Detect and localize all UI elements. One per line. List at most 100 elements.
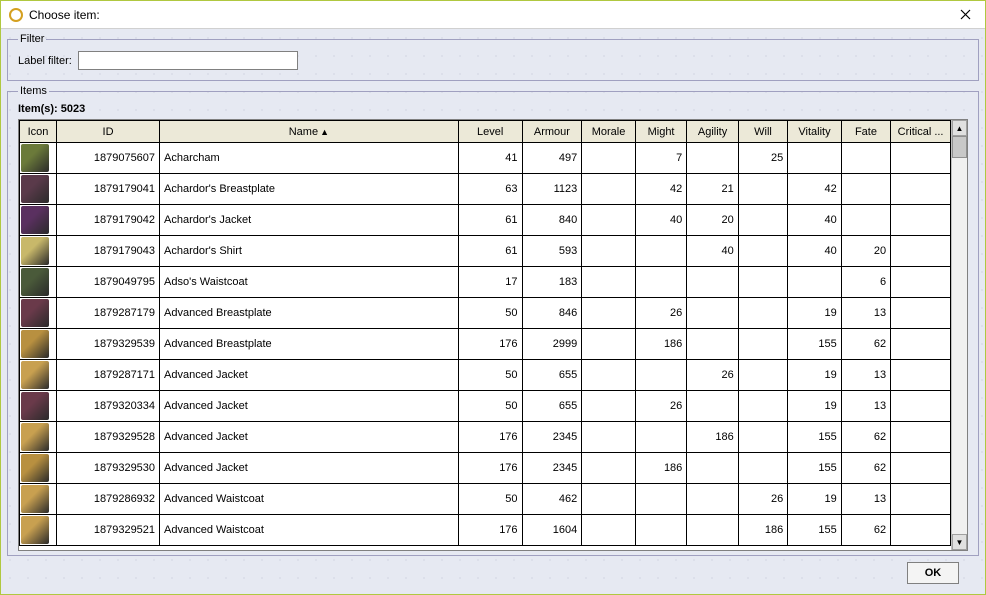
close-button[interactable] [945, 1, 985, 29]
cell-will [738, 174, 787, 205]
cell-agility [687, 515, 738, 546]
cell-will [738, 453, 787, 484]
cell-morale [582, 236, 636, 267]
cell-armour: 846 [522, 298, 582, 329]
cell-name: Advanced Breastplate [160, 329, 459, 360]
item-icon-cell [20, 422, 57, 453]
cell-vitality: 40 [788, 205, 842, 236]
cell-vitality: 155 [788, 422, 842, 453]
item-icon-cell [20, 205, 57, 236]
cell-might: 186 [635, 453, 686, 484]
col-morale[interactable]: Morale [582, 121, 636, 143]
cell-name: Advanced Waistcoat [160, 515, 459, 546]
cell-name: Advanced Jacket [160, 391, 459, 422]
items-table: Icon ID Name▲ Level Armour Morale Might … [19, 120, 951, 546]
scroll-up-button[interactable]: ▲ [952, 120, 967, 136]
cell-critical [891, 298, 951, 329]
vertical-scrollbar[interactable]: ▲ ▼ [951, 120, 967, 550]
cell-level: 50 [458, 391, 522, 422]
table-row[interactable]: 1879287179Advanced Breastplate5084626191… [20, 298, 951, 329]
scroll-down-button[interactable]: ▼ [952, 534, 967, 550]
table-row[interactable]: 1879179041Achardor's Breastplate63112342… [20, 174, 951, 205]
items-count: Item(s): 5023 [18, 103, 968, 115]
cell-might: 42 [635, 174, 686, 205]
table-row[interactable]: 1879329528Advanced Jacket176234518615562 [20, 422, 951, 453]
col-might[interactable]: Might [635, 121, 686, 143]
cell-might: 7 [635, 143, 686, 174]
table-row[interactable]: 1879179042Achardor's Jacket61840402040 [20, 205, 951, 236]
cell-armour: 497 [522, 143, 582, 174]
col-will[interactable]: Will [738, 121, 787, 143]
cell-agility: 21 [687, 174, 738, 205]
cell-will: 25 [738, 143, 787, 174]
cell-vitality: 19 [788, 484, 842, 515]
col-agility[interactable]: Agility [687, 121, 738, 143]
col-level[interactable]: Level [458, 121, 522, 143]
col-name[interactable]: Name▲ [160, 121, 459, 143]
table-row[interactable]: 1879075607Acharcham41497725 [20, 143, 951, 174]
cell-might: 26 [635, 391, 686, 422]
cell-armour: 2999 [522, 329, 582, 360]
cell-id: 1879179043 [57, 236, 160, 267]
cell-name: Acharcham [160, 143, 459, 174]
window-title: Choose item: [29, 8, 100, 22]
cell-level: 61 [458, 236, 522, 267]
cell-level: 50 [458, 298, 522, 329]
table-row[interactable]: 1879329539Advanced Breastplate1762999186… [20, 329, 951, 360]
col-icon[interactable]: Icon [20, 121, 57, 143]
table-row[interactable]: 1879286932Advanced Waistcoat50462261913 [20, 484, 951, 515]
col-crit[interactable]: Critical ... [891, 121, 951, 143]
cell-id: 1879287171 [57, 360, 160, 391]
table-row[interactable]: 1879320334Advanced Jacket50655261913 [20, 391, 951, 422]
scroll-track[interactable] [952, 136, 967, 534]
cell-morale [582, 515, 636, 546]
col-vitality[interactable]: Vitality [788, 121, 842, 143]
cell-fate: 13 [841, 391, 890, 422]
cell-vitality: 155 [788, 329, 842, 360]
cell-armour: 462 [522, 484, 582, 515]
cell-armour: 183 [522, 267, 582, 298]
cell-agility: 26 [687, 360, 738, 391]
cell-vitality [788, 267, 842, 298]
cell-critical [891, 267, 951, 298]
cell-agility [687, 267, 738, 298]
item-icon-cell [20, 484, 57, 515]
col-armour[interactable]: Armour [522, 121, 582, 143]
cell-level: 176 [458, 515, 522, 546]
item-icon [21, 485, 49, 513]
cell-morale [582, 360, 636, 391]
cell-critical [891, 360, 951, 391]
cell-agility: 20 [687, 205, 738, 236]
table-row[interactable]: 1879329521Advanced Waistcoat176160418615… [20, 515, 951, 546]
cell-vitality: 42 [788, 174, 842, 205]
label-filter-input[interactable] [78, 51, 298, 70]
scroll-thumb[interactable] [952, 136, 967, 158]
col-id[interactable]: ID [57, 121, 160, 143]
cell-morale [582, 174, 636, 205]
cell-name: Achardor's Shirt [160, 236, 459, 267]
cell-will [738, 236, 787, 267]
app-icon [9, 8, 23, 22]
item-icon-cell [20, 236, 57, 267]
cell-vitality: 19 [788, 298, 842, 329]
item-icon [21, 361, 49, 389]
cell-agility [687, 143, 738, 174]
ok-button[interactable]: OK [907, 562, 959, 584]
table-row[interactable]: 1879049795Adso's Waistcoat171836 [20, 267, 951, 298]
cell-might [635, 236, 686, 267]
cell-armour: 1604 [522, 515, 582, 546]
table-row[interactable]: 1879179043Achardor's Shirt61593404020 [20, 236, 951, 267]
cell-critical [891, 391, 951, 422]
table-row[interactable]: 1879287171Advanced Jacket50655261913 [20, 360, 951, 391]
table-row[interactable]: 1879329530Advanced Jacket176234518615562 [20, 453, 951, 484]
col-fate[interactable]: Fate [841, 121, 890, 143]
cell-id: 1879179041 [57, 174, 160, 205]
item-icon [21, 423, 49, 451]
cell-fate: 62 [841, 422, 890, 453]
cell-might [635, 267, 686, 298]
item-icon-cell [20, 515, 57, 546]
cell-agility: 40 [687, 236, 738, 267]
cell-id: 1879329539 [57, 329, 160, 360]
cell-fate: 13 [841, 360, 890, 391]
sort-asc-icon: ▲ [320, 127, 329, 137]
